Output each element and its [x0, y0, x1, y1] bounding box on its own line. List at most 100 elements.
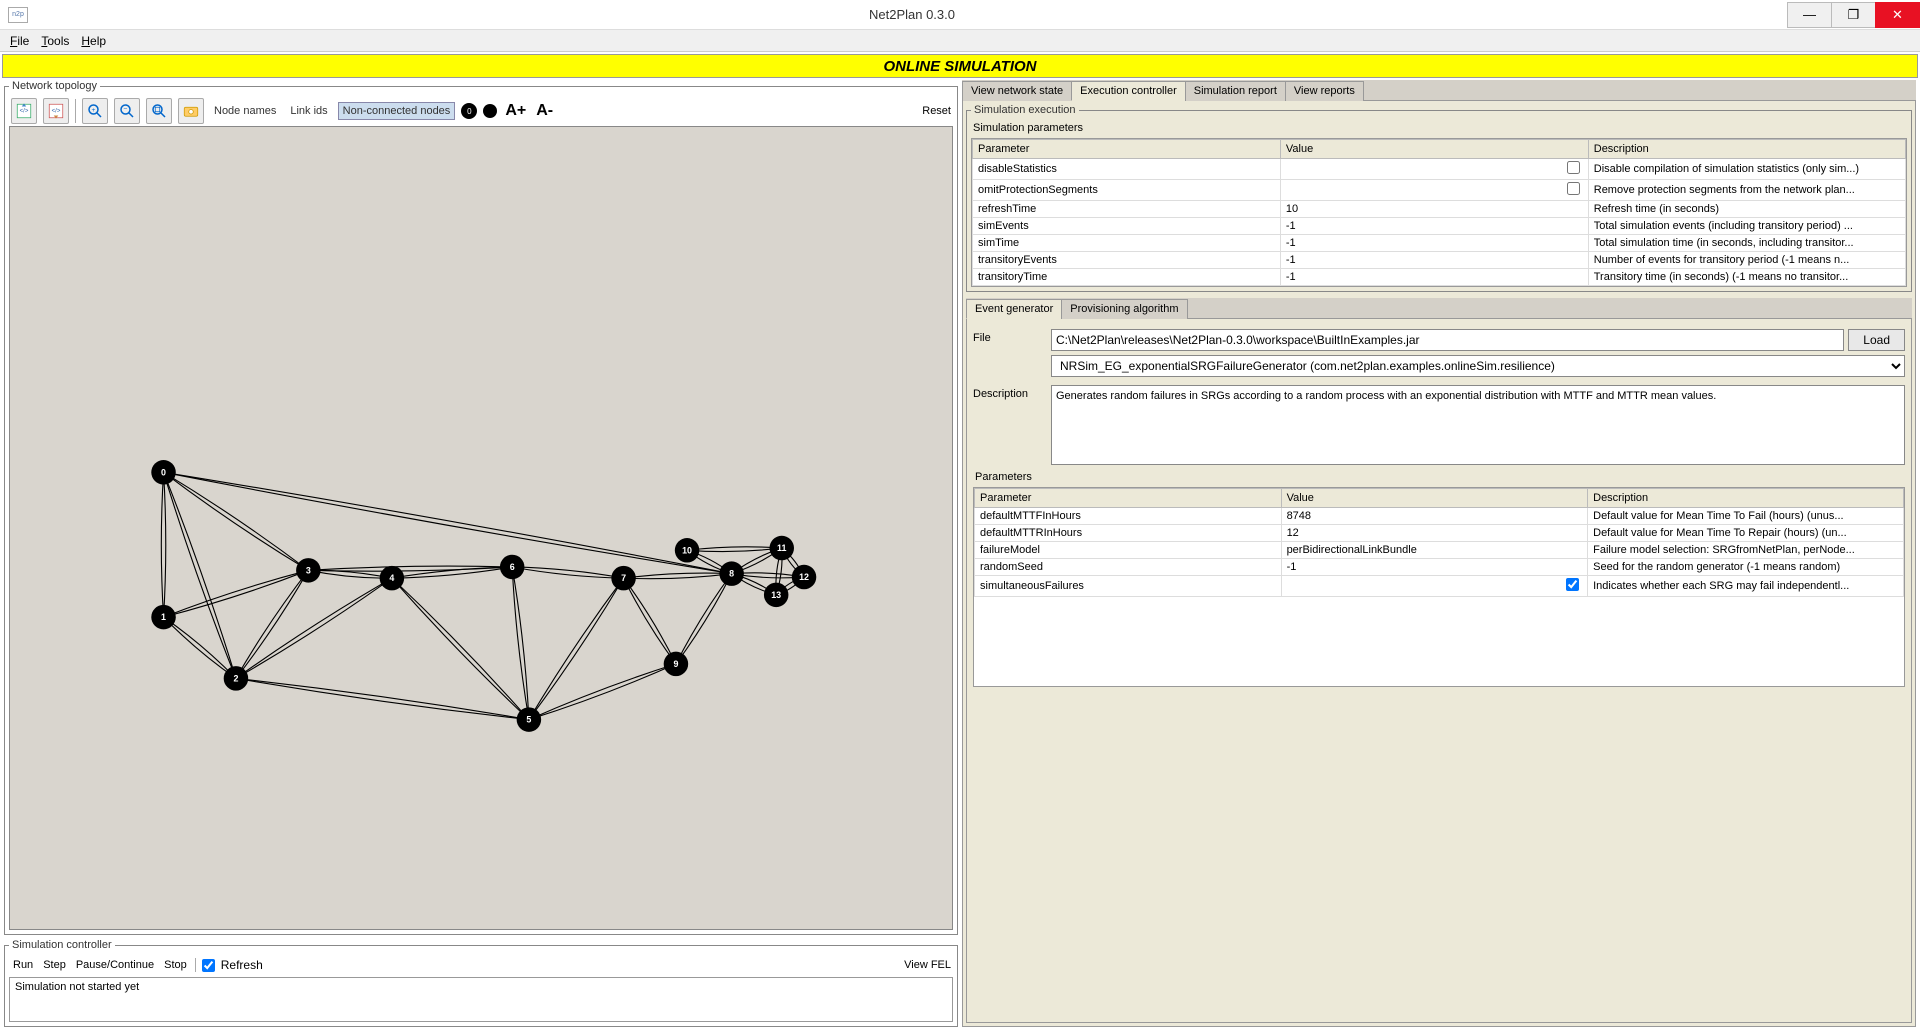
- graph-edge: [164, 570, 309, 617]
- table-row[interactable]: transitoryTime-1Transitory time (in seco…: [973, 269, 1906, 286]
- view-fel-button[interactable]: View FEL: [904, 959, 951, 971]
- generator-select[interactable]: NRSim_EG_exponentialSRGFailureGenerator …: [1051, 355, 1905, 377]
- simulation-parameters-label: Simulation parameters: [973, 122, 1907, 134]
- graph-node[interactable]: 1: [151, 605, 176, 630]
- svg-text:6: 6: [510, 562, 515, 572]
- col-description[interactable]: Description: [1588, 140, 1905, 159]
- maximize-button[interactable]: ❐: [1831, 2, 1876, 28]
- tab-execution-controller[interactable]: Execution controller: [1071, 81, 1186, 101]
- tab-view-network-state[interactable]: View network state: [962, 81, 1072, 101]
- table-row[interactable]: simultaneousFailuresIndicates whether ea…: [975, 576, 1904, 597]
- tab-view-reports[interactable]: View reports: [1285, 81, 1364, 101]
- col-parameter[interactable]: Parameter: [975, 489, 1282, 508]
- minimize-button[interactable]: —: [1787, 2, 1832, 28]
- graph-edge: [164, 570, 309, 617]
- table-row[interactable]: simEvents-1Total simulation events (incl…: [973, 218, 1906, 235]
- table-row[interactable]: randomSeed-1Seed for the random generato…: [975, 559, 1904, 576]
- toggle-node-names[interactable]: Node names: [210, 103, 280, 119]
- graph-node[interactable]: 0: [151, 460, 176, 485]
- cell-value[interactable]: 12: [1281, 525, 1588, 542]
- col-parameter[interactable]: Parameter: [973, 140, 1281, 159]
- table-row[interactable]: defaultMTTFInHours8748Default value for …: [975, 508, 1904, 525]
- table-row[interactable]: omitProtectionSegmentsRemove protection …: [973, 180, 1906, 201]
- zoom-in-icon[interactable]: +: [82, 98, 108, 124]
- reset-button[interactable]: Reset: [922, 105, 951, 117]
- file-input[interactable]: [1051, 329, 1844, 351]
- simulation-parameters-table: Parameter Value Description disableStati…: [972, 139, 1906, 286]
- svg-text:9: 9: [673, 659, 678, 669]
- table-row[interactable]: refreshTime10Refresh time (in seconds): [973, 201, 1906, 218]
- load-button[interactable]: Load: [1848, 329, 1905, 351]
- svg-text:+: +: [92, 107, 96, 114]
- run-button[interactable]: Run: [11, 957, 35, 973]
- graph-edge: [164, 617, 236, 678]
- cell-value[interactable]: [1280, 159, 1588, 180]
- step-button[interactable]: Step: [41, 957, 68, 973]
- cell-value[interactable]: -1: [1281, 559, 1588, 576]
- refresh-checkbox[interactable]: [202, 959, 215, 972]
- toggle-link-ids[interactable]: Link ids: [286, 103, 331, 119]
- graph-node[interactable]: 3: [296, 558, 321, 583]
- stop-button[interactable]: Stop: [162, 957, 189, 973]
- graph-node[interactable]: 9: [664, 652, 689, 677]
- cell-value[interactable]: [1280, 180, 1588, 201]
- table-row[interactable]: transitoryEvents-1Number of events for t…: [973, 252, 1906, 269]
- node-style-icon[interactable]: [483, 104, 497, 118]
- col-value[interactable]: Value: [1281, 489, 1588, 508]
- tab-event-generator[interactable]: Event generator: [966, 299, 1062, 319]
- graph-node[interactable]: 7: [611, 566, 636, 591]
- font-decrease[interactable]: A-: [534, 102, 555, 120]
- table-row[interactable]: simTime-1Total simulation time (in secon…: [973, 235, 1906, 252]
- topology-canvas[interactable]: 012345678910111213: [9, 126, 953, 930]
- zoom-fit-icon[interactable]: [146, 98, 172, 124]
- close-button[interactable]: ✕: [1875, 2, 1920, 28]
- menu-help[interactable]: Help: [75, 32, 112, 50]
- graph-edge: [164, 472, 309, 570]
- cell-value[interactable]: -1: [1280, 269, 1588, 286]
- import-xml-icon[interactable]: </>: [11, 98, 37, 124]
- value-checkbox[interactable]: [1567, 161, 1580, 174]
- tab-simulation-report[interactable]: Simulation report: [1185, 81, 1286, 101]
- pause-continue-button[interactable]: Pause/Continue: [74, 957, 156, 973]
- graph-node[interactable]: 12: [792, 565, 817, 590]
- table-row[interactable]: defaultMTTRInHours12Default value for Me…: [975, 525, 1904, 542]
- graph-edge: [529, 578, 624, 719]
- cell-value[interactable]: 8748: [1281, 508, 1588, 525]
- graph-edge: [164, 472, 309, 570]
- svg-text:4: 4: [389, 573, 394, 583]
- graph-node[interactable]: 8: [719, 561, 744, 586]
- cell-value[interactable]: 10: [1280, 201, 1588, 218]
- table-row[interactable]: disableStatisticsDisable compilation of …: [973, 159, 1906, 180]
- cell-value[interactable]: [1281, 576, 1588, 597]
- table-row[interactable]: failureModelperBidirectionalLinkBundleFa…: [975, 542, 1904, 559]
- toggle-non-connected-nodes[interactable]: Non-connected nodes: [338, 102, 456, 120]
- graph-node[interactable]: 4: [380, 566, 405, 591]
- tab-provisioning-algorithm[interactable]: Provisioning algorithm: [1061, 299, 1187, 319]
- cell-value[interactable]: perBidirectionalLinkBundle: [1281, 542, 1588, 559]
- menu-tools[interactable]: Tools: [35, 32, 75, 50]
- cell-value[interactable]: -1: [1280, 218, 1588, 235]
- graph-edge: [529, 664, 676, 720]
- graph-edge: [392, 578, 529, 719]
- graph-node[interactable]: 2: [224, 666, 249, 691]
- generator-parameters-table: Parameter Value Description defaultMTTFI…: [974, 488, 1904, 597]
- font-increase[interactable]: A+: [503, 102, 528, 120]
- export-xml-icon[interactable]: </>: [43, 98, 69, 124]
- svg-text:7: 7: [621, 573, 626, 583]
- cell-value[interactable]: -1: [1280, 252, 1588, 269]
- zoom-out-icon[interactable]: −: [114, 98, 140, 124]
- col-description[interactable]: Description: [1588, 489, 1904, 508]
- menu-file[interactable]: File: [4, 32, 35, 50]
- snapshot-icon[interactable]: [178, 98, 204, 124]
- simulation-controller-toolbar: Run Step Pause/Continue Stop Refresh Vie…: [9, 955, 953, 975]
- graph-node[interactable]: 6: [500, 555, 525, 580]
- graph-node[interactable]: 10: [675, 538, 700, 563]
- graph-node[interactable]: 11: [769, 536, 794, 561]
- graph-node[interactable]: 13: [764, 583, 789, 608]
- col-value[interactable]: Value: [1280, 140, 1588, 159]
- value-checkbox[interactable]: [1567, 182, 1580, 195]
- value-checkbox[interactable]: [1566, 578, 1579, 591]
- cell-value[interactable]: -1: [1280, 235, 1588, 252]
- graph-node[interactable]: 5: [517, 707, 542, 732]
- simulation-parameters-table-wrap: Parameter Value Description disableStati…: [971, 138, 1907, 287]
